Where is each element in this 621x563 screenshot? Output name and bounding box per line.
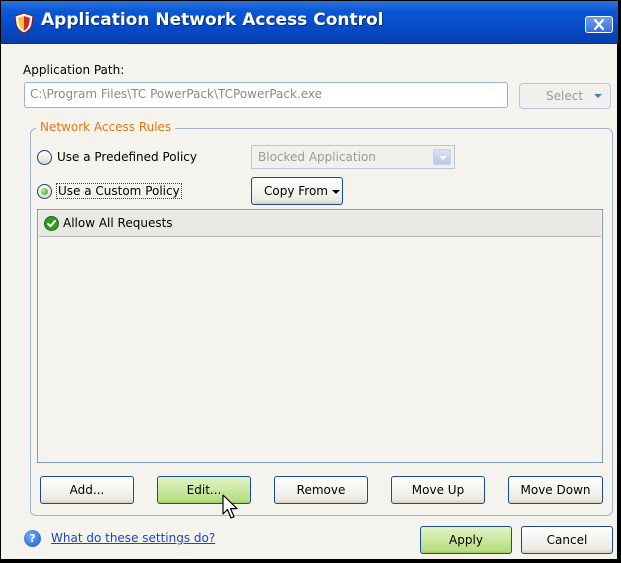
apply-button-label: Apply <box>449 533 483 547</box>
shield-icon <box>14 12 34 34</box>
green-check-icon <box>44 216 59 231</box>
application-path-label: Application Path: <box>23 63 125 77</box>
help-link[interactable]: What do these settings do? <box>51 531 215 545</box>
move-up-button-label: Move Up <box>411 483 465 497</box>
move-down-button-label: Move Down <box>520 483 591 497</box>
mouse-cursor-icon <box>222 494 238 519</box>
predefined-policy-combo[interactable]: Blocked Application <box>251 145 455 169</box>
cancel-button-label: Cancel <box>546 533 588 547</box>
chevron-down-icon <box>433 149 451 165</box>
close-button[interactable] <box>585 16 613 33</box>
copy-from-button[interactable]: Copy From <box>251 177 343 205</box>
add-button-label: Add... <box>69 483 105 497</box>
network-access-rules-title: Network Access Rules <box>36 120 176 134</box>
custom-policy-radio[interactable] <box>37 184 52 199</box>
chevron-down-icon <box>594 94 602 98</box>
apply-button[interactable]: Apply <box>420 526 512 554</box>
radio-selected-dot <box>41 188 48 195</box>
custom-policy-label[interactable]: Use a Custom Policy <box>56 183 182 199</box>
rules-list[interactable]: Allow All Requests <box>37 209 603 463</box>
edit-button-label: Edit... <box>186 483 222 497</box>
list-item[interactable]: Allow All Requests <box>39 211 601 237</box>
remove-button-label: Remove <box>296 483 346 497</box>
predefined-policy-radio[interactable] <box>37 150 52 165</box>
add-button[interactable]: Add... <box>40 476 134 504</box>
help-icon[interactable]: ? <box>24 530 41 547</box>
select-button[interactable]: Select <box>519 83 611 109</box>
chevron-down-icon <box>332 190 340 194</box>
predefined-policy-label[interactable]: Use a Predefined Policy <box>57 150 197 164</box>
move-down-button[interactable]: Move Down <box>508 476 603 504</box>
select-button-label: Select <box>546 89 584 103</box>
predefined-policy-value: Blocked Application <box>258 150 376 164</box>
copy-from-label: Copy From <box>264 184 328 198</box>
close-icon <box>593 18 605 31</box>
window-title: Application Network Access Control <box>41 10 384 30</box>
move-up-button[interactable]: Move Up <box>391 476 485 504</box>
title-bar[interactable]: Application Network Access Control <box>1 1 618 44</box>
dialog-window: Application Network Access Control Appli… <box>0 0 621 563</box>
remove-button[interactable]: Remove <box>274 476 368 504</box>
cancel-button[interactable]: Cancel <box>521 526 613 554</box>
application-path-field[interactable]: C:\Program Files\TC PowerPack\TCPowerPac… <box>24 82 508 108</box>
list-item-label: Allow All Requests <box>63 216 173 230</box>
